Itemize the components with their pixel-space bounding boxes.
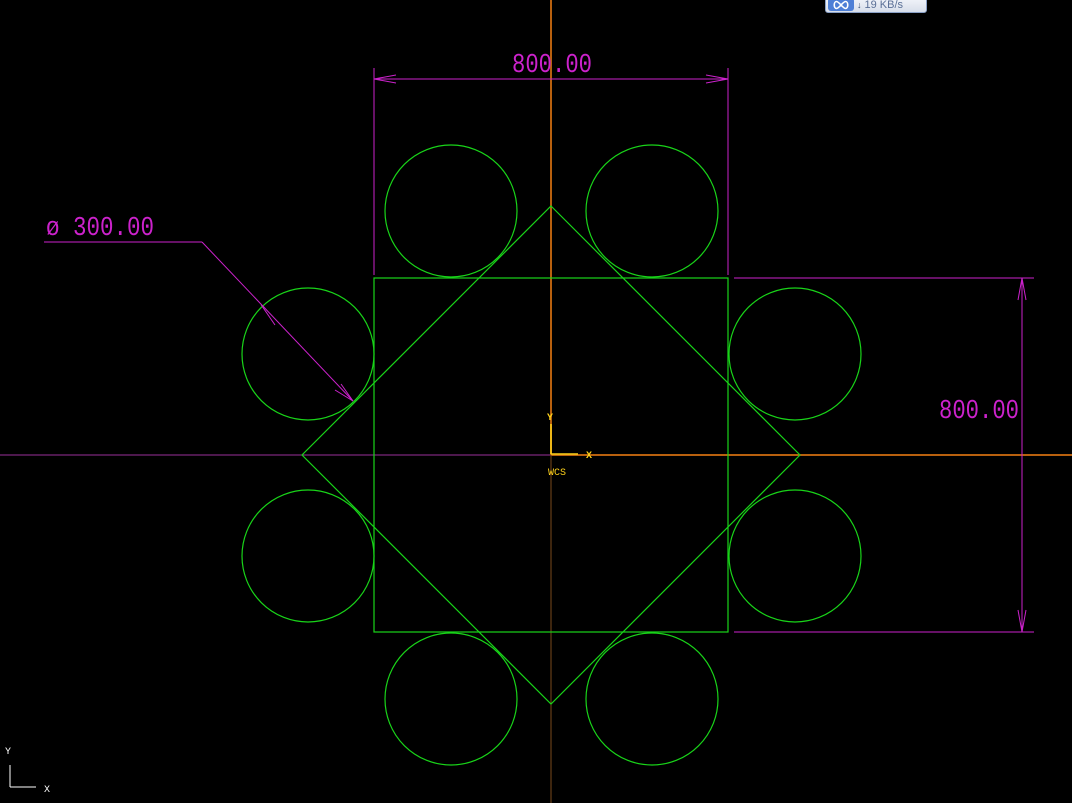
wcs-name-label: WCS bbox=[548, 468, 566, 479]
circle-top-left[interactable] bbox=[384, 144, 518, 278]
cad-viewport[interactable]: 800.00 800.00 ø 300.00 Y X WCS Y X bbox=[0, 0, 1072, 803]
dimension-top-label: 800.00 bbox=[512, 51, 592, 81]
wcs-y-label: Y bbox=[547, 413, 553, 424]
dimension-right-label: 800.00 bbox=[939, 397, 1019, 427]
wcs-indicator: Y X WCS bbox=[547, 413, 592, 479]
corner-x-label: X bbox=[44, 785, 50, 796]
network-speed-indicator[interactable]: ↓ 19 KB/s bbox=[825, 0, 927, 13]
corner-axes-indicator: Y X bbox=[5, 747, 50, 796]
circle-left-lower[interactable] bbox=[241, 489, 375, 623]
download-arrow-icon: ↓ bbox=[857, 0, 862, 10]
network-rate-text: 19 KB/s bbox=[864, 0, 904, 11]
circle-top-right[interactable] bbox=[585, 144, 719, 278]
circle-right-upper[interactable] bbox=[728, 287, 862, 421]
corner-y-label: Y bbox=[5, 747, 11, 758]
dimension-diameter-label: ø 300.00 bbox=[46, 214, 154, 244]
dimension-diameter-leader[interactable] bbox=[44, 241, 354, 402]
infinity-link-icon bbox=[828, 0, 854, 11]
circle-bottom-right[interactable] bbox=[585, 632, 719, 766]
circle-bottom-left[interactable] bbox=[384, 632, 518, 766]
wcs-x-label: X bbox=[586, 451, 592, 462]
circle-right-lower[interactable] bbox=[728, 489, 862, 623]
